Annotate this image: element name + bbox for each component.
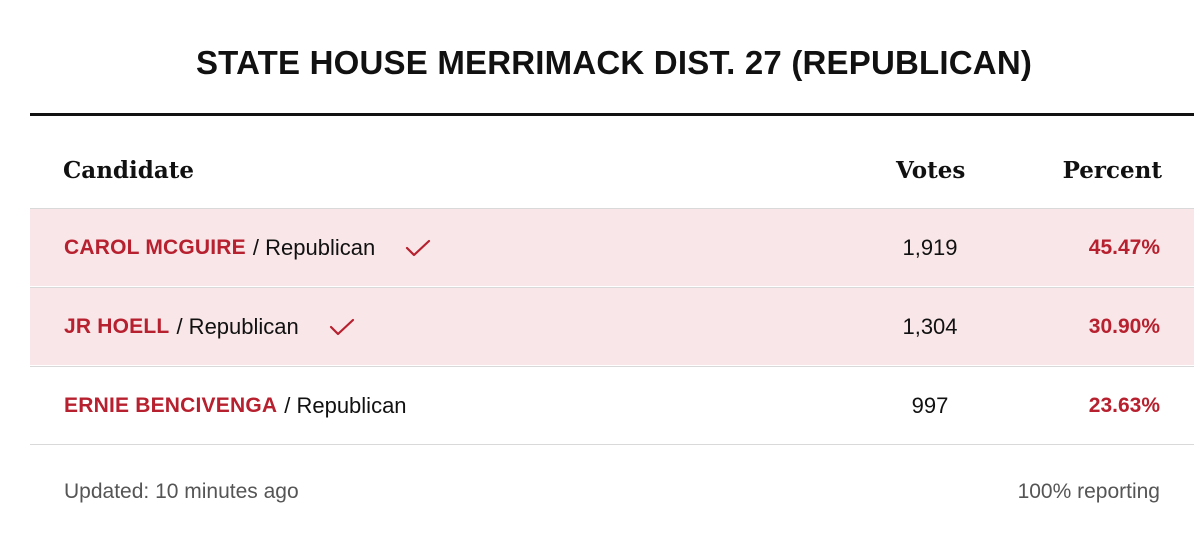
candidate-cell: ERNIE BENCIVENGA / Republican	[64, 367, 407, 445]
candidate-party: / Republican	[252, 235, 376, 260]
column-header-candidate: Candidate	[63, 157, 194, 184]
votes-cell: 1,919	[902, 235, 958, 260]
candidate-party: / Republican	[176, 314, 299, 339]
percent-cell: 30.90%	[1088, 315, 1160, 338]
title-divider	[30, 113, 1194, 116]
checkmark-icon	[329, 317, 355, 337]
candidate-cell: JR HOELL / Republican	[64, 288, 355, 366]
table-row: JR HOELL / Republican 1,304 30.90%	[30, 287, 1194, 365]
candidate-name[interactable]: CAROL MCGUIRE	[64, 236, 246, 260]
updated-timestamp: Updated: 10 minutes ago	[64, 480, 299, 503]
percent-cell: 45.47%	[1088, 236, 1160, 259]
table-header: Candidate Votes Percent	[30, 128, 1194, 208]
reporting-status: 100% reporting	[1017, 480, 1160, 503]
candidate-party: / Republican	[284, 393, 407, 418]
results-title: STATE HOUSE MERRIMACK DIST. 27 (REPUBLIC…	[195, 44, 1033, 81]
candidate-name[interactable]: ERNIE BENCIVENGA	[64, 394, 277, 418]
votes-cell: 1,304	[902, 314, 958, 339]
column-header-percent: Percent	[1062, 157, 1162, 184]
candidate-cell: CAROL MCGUIRE / Republican	[64, 209, 431, 287]
percent-cell: 23.63%	[1088, 394, 1160, 417]
column-header-votes: Votes	[896, 157, 966, 184]
table-row: ERNIE BENCIVENGA / Republican 997 23.63%	[30, 366, 1194, 445]
votes-cell: 997	[911, 393, 949, 418]
table-row: CAROL MCGUIRE / Republican 1,919 45.47%	[30, 208, 1194, 286]
candidate-name[interactable]: JR HOELL	[64, 315, 169, 339]
checkmark-icon	[405, 238, 431, 258]
